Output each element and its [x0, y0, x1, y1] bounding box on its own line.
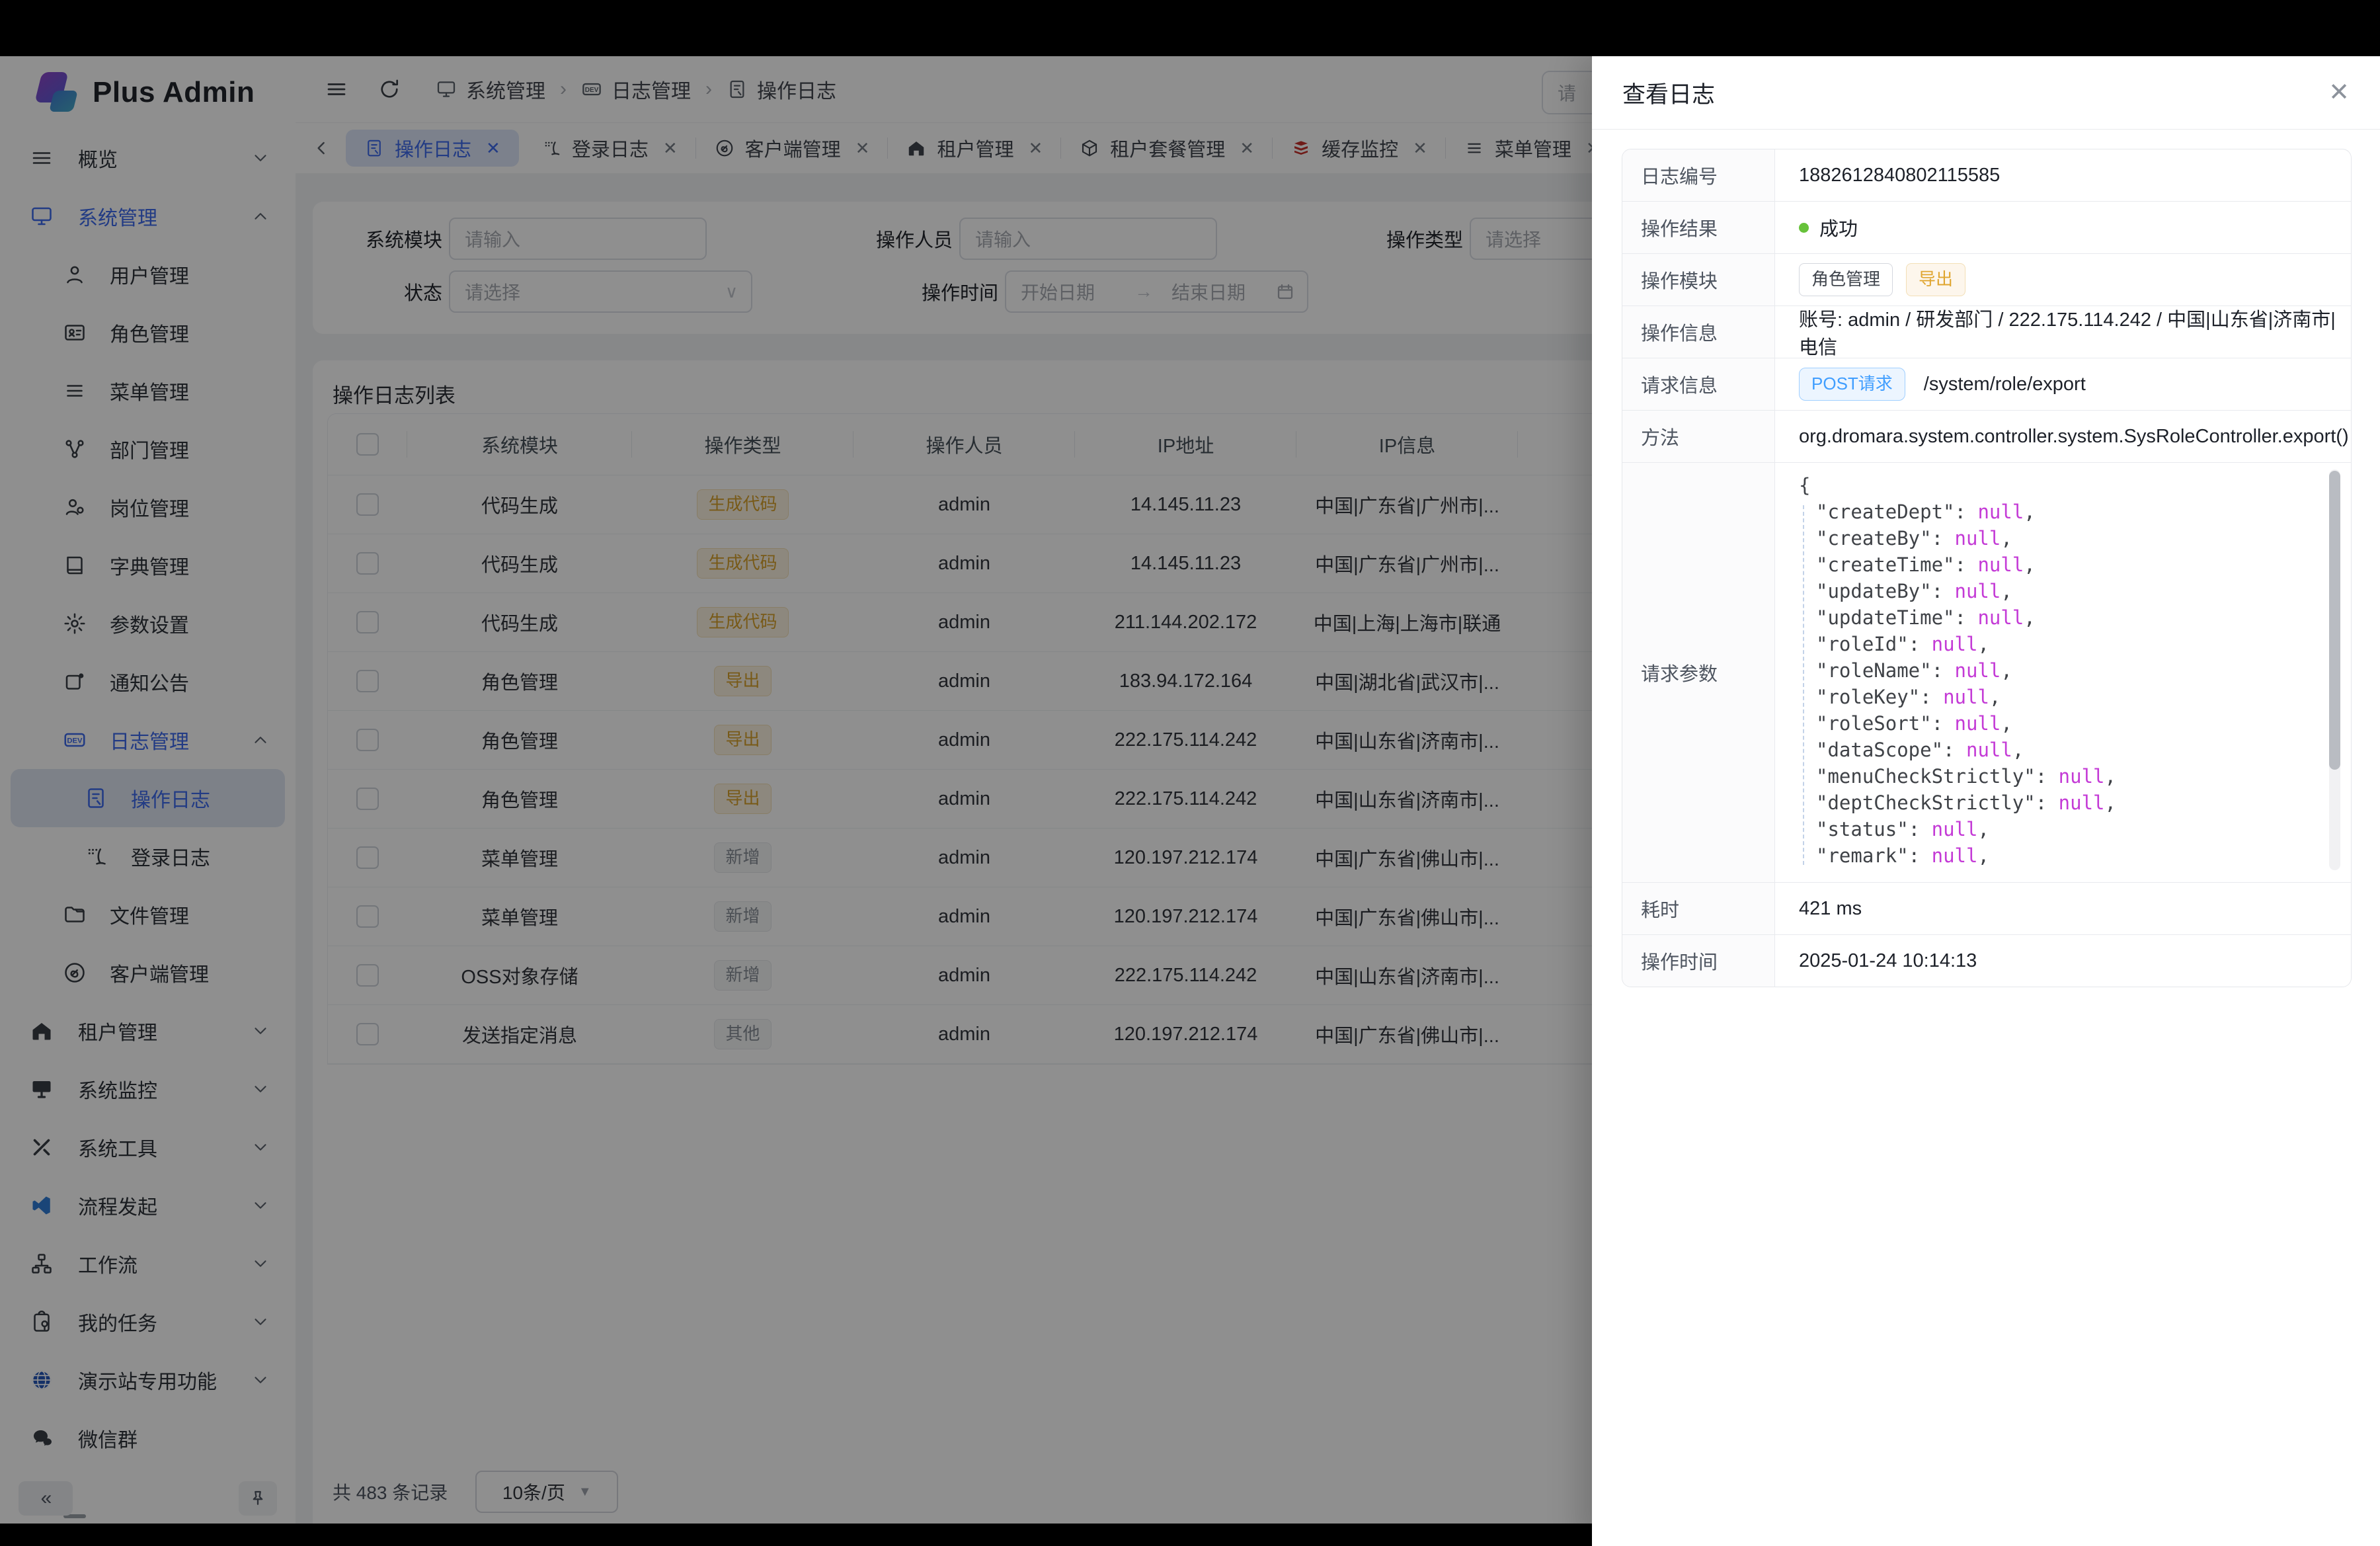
- request-path: /system/role/export: [1924, 374, 2086, 395]
- drawer-header: 查看日志 ✕: [1592, 56, 2380, 130]
- detail-label: 日志编号: [1622, 149, 1775, 201]
- json-line: "roleId": null,: [1799, 631, 2351, 657]
- screen: { "colors":{"accent":"#3d6aeb","success"…: [0, 0, 2380, 1546]
- json-line: "updateBy": null,: [1799, 578, 2351, 604]
- json-line: "roleKey": null,: [1799, 684, 2351, 710]
- json-line: "status": null,: [1799, 816, 2351, 842]
- drawer-title: 查看日志: [1622, 76, 1715, 110]
- detail-value: 2025-01-24 10:14:13: [1799, 950, 1977, 972]
- json-line: "remark": null,: [1799, 842, 2351, 869]
- detail-value: 421 ms: [1799, 898, 1862, 920]
- post-request-tag: POST请求: [1799, 368, 1905, 400]
- drawer-mask[interactable]: [0, 56, 1592, 1524]
- detail-row: 操作模块角色管理导出: [1622, 254, 2351, 306]
- scrollbar-thumb[interactable]: [2329, 471, 2340, 770]
- detail-row: 耗时 421 ms: [1622, 883, 2351, 935]
- detail-row: 方法 org.dromara.system.controller.system.S…: [1622, 411, 2351, 463]
- detail-row: 请求信息 POST请求/system/role/export: [1622, 358, 2351, 411]
- detail-row: 操作结果 成功: [1622, 202, 2351, 254]
- json-line: "createTime": null,: [1799, 551, 2351, 578]
- json-line: "roleSort": null,: [1799, 710, 2351, 737]
- detail-value: 账号: admin / 研发部门 / 222.175.114.242 / 中国|…: [1799, 306, 2338, 358]
- request-params-json[interactable]: {"createDept": null,"createBy": null,"cr…: [1775, 463, 2351, 882]
- module-tag: 导出: [1906, 263, 1965, 296]
- detail-label: 操作模块: [1622, 254, 1775, 305]
- json-line: "createBy": null,: [1799, 525, 2351, 551]
- json-line: "deptCheckStrictly": null,: [1799, 790, 2351, 816]
- detail-row: 请求参数{"createDept": null,"createBy": null…: [1622, 463, 2351, 883]
- detail-value: org.dromara.system.controller.system.Sys…: [1799, 426, 2349, 448]
- view-log-drawer: 查看日志 ✕ 日志编号 1882612840802115585 操作结果 成功操作模块…: [1592, 56, 2380, 1546]
- detail-value: 1882612840802115585: [1799, 165, 2000, 186]
- json-line: "menuCheckStrictly": null,: [1799, 763, 2351, 790]
- detail-label: 方法: [1622, 411, 1775, 462]
- detail-row: 日志编号 1882612840802115585: [1622, 149, 2351, 202]
- detail-row: 操作信息账号: admin / 研发部门 / 222.175.114.242 /…: [1622, 306, 2351, 358]
- json-line: "updateTime": null,: [1799, 604, 2351, 631]
- detail-label: 操作结果: [1622, 202, 1775, 253]
- detail-row: 操作时间 2025-01-24 10:14:13: [1622, 935, 2351, 987]
- detail-label: 操作信息: [1622, 306, 1775, 358]
- indent-guide: [1803, 505, 1804, 865]
- detail-label: 请求参数: [1622, 463, 1775, 882]
- json-line: "dataScope": null,: [1799, 737, 2351, 763]
- detail-label: 请求信息: [1622, 358, 1775, 410]
- json-line: "roleName": null,: [1799, 657, 2351, 684]
- detail-label: 耗时: [1622, 883, 1775, 934]
- json-line: "createDept": null,: [1799, 499, 2351, 525]
- detail-value: 成功: [1819, 214, 1858, 241]
- detail-label: 操作时间: [1622, 935, 1775, 987]
- json-line: {: [1799, 472, 2351, 499]
- log-detail-table: 日志编号1882612840802115585操作结果成功操作模块角色管理导出操…: [1622, 149, 2352, 987]
- module-tag: 角色管理: [1799, 263, 1893, 296]
- success-dot-icon: [1799, 223, 1809, 233]
- close-icon[interactable]: ✕: [2328, 80, 2350, 105]
